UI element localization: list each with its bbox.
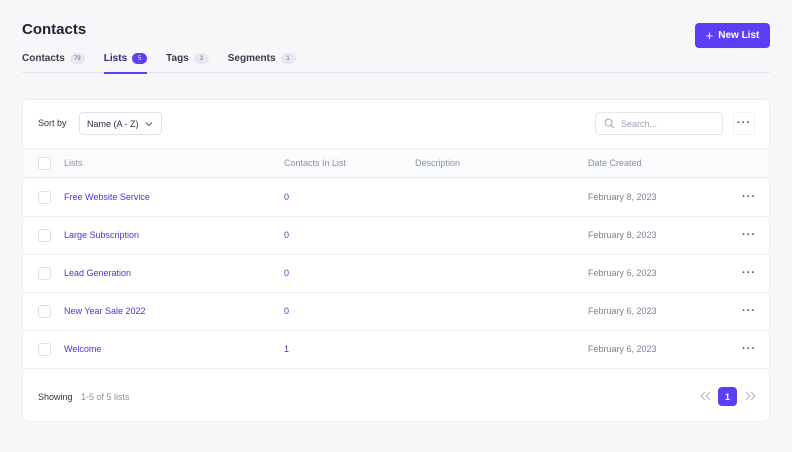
double-chevron-left-icon [699, 391, 710, 401]
contacts-count-link[interactable]: 0 [284, 268, 289, 278]
tab-segments[interactable]: Segments 1 [228, 50, 296, 73]
row-actions-button[interactable]: ··· [741, 304, 757, 318]
table-row: Free Website Service 0 February 8, 2023 … [23, 179, 769, 217]
new-list-label: New List [718, 30, 760, 41]
count-badge: 79 [69, 53, 85, 64]
table-row: Large Subscription 0 February 8, 2023 ··… [23, 217, 769, 255]
column-header-date[interactable]: Date Created [588, 158, 642, 168]
column-header-description[interactable]: Description [415, 158, 460, 168]
chevron-down-icon [145, 122, 153, 127]
lists-card: Sort by Name (A - Z) ··· Lists Contacts … [22, 99, 770, 422]
contacts-count-link[interactable]: 1 [284, 344, 289, 354]
list-name-link[interactable]: Free Website Service [64, 192, 150, 202]
date-created: February 8, 2023 [588, 230, 657, 240]
showing-range: 1-5 of 5 lists [81, 392, 130, 402]
tab-lists[interactable]: Lists 5 [103, 50, 148, 74]
row-checkbox[interactable] [38, 267, 51, 280]
tab-bar: Contacts 79 Lists 5 Tags 3 Segments 1 [22, 50, 770, 74]
date-created: February 8, 2023 [588, 192, 657, 202]
count-badge: 5 [132, 53, 148, 64]
more-options-button[interactable]: ··· [733, 112, 755, 135]
table-row: New Year Sale 2022 0 February 6, 2023 ··… [23, 293, 769, 331]
search-input[interactable] [621, 118, 716, 129]
contacts-count-link[interactable]: 0 [284, 192, 289, 202]
tab-label: Segments [227, 53, 276, 64]
row-actions-button[interactable]: ··· [741, 228, 757, 242]
row-checkbox[interactable] [38, 191, 51, 204]
next-page-button[interactable] [742, 387, 758, 405]
contacts-count-link[interactable]: 0 [284, 306, 289, 316]
list-name-link[interactable]: New Year Sale 2022 [64, 306, 146, 316]
sort-value: Name (A - Z) [87, 118, 139, 129]
select-all-checkbox[interactable] [38, 157, 51, 170]
tab-label: Tags [166, 53, 189, 64]
tab-contacts[interactable]: Contacts 79 [22, 50, 85, 73]
row-checkbox[interactable] [38, 305, 51, 318]
date-created: February 6, 2023 [588, 268, 657, 278]
new-list-button[interactable]: + New List [695, 23, 770, 48]
list-name-link[interactable]: Large Subscription [64, 230, 139, 240]
date-created: February 6, 2023 [588, 306, 657, 316]
count-badge: 3 [193, 53, 209, 64]
double-chevron-right-icon [745, 391, 756, 401]
search-icon [604, 118, 615, 129]
tab-label: Lists [103, 53, 128, 64]
row-actions-button[interactable]: ··· [741, 190, 757, 204]
showing-label: Showing [38, 392, 73, 402]
more-icon: ··· [742, 190, 756, 203]
row-checkbox[interactable] [38, 229, 51, 242]
row-actions-button[interactable]: ··· [741, 266, 757, 280]
count-badge: 1 [280, 53, 296, 64]
previous-page-button[interactable] [697, 387, 713, 405]
plus-icon: + [705, 27, 714, 43]
row-checkbox[interactable] [38, 343, 51, 356]
table-row: Welcome 1 February 6, 2023 ··· [23, 331, 769, 369]
search-box [595, 112, 723, 135]
list-name-link[interactable]: Lead Generation [64, 268, 131, 278]
sort-select[interactable]: Name (A - Z) [79, 112, 162, 135]
more-icon: ··· [742, 266, 756, 279]
row-actions-button[interactable]: ··· [741, 342, 757, 356]
sort-label: Sort by [38, 118, 67, 128]
page-button-current[interactable]: 1 [718, 387, 737, 406]
more-icon: ··· [742, 228, 756, 241]
more-icon: ··· [737, 117, 751, 129]
column-header-contacts[interactable]: Contacts In List [284, 158, 346, 168]
contacts-count-link[interactable]: 0 [284, 230, 289, 240]
column-header-lists[interactable]: Lists [64, 158, 83, 168]
tab-tags[interactable]: Tags 3 [166, 50, 209, 73]
more-icon: ··· [742, 342, 756, 355]
tab-label: Contacts [22, 53, 65, 64]
list-name-link[interactable]: Welcome [64, 344, 101, 354]
page-title: Contacts [22, 21, 87, 38]
table-header: Lists Contacts In List Description Date … [23, 148, 769, 178]
table-row: Lead Generation 0 February 6, 2023 ··· [23, 255, 769, 293]
date-created: February 6, 2023 [588, 344, 657, 354]
more-icon: ··· [742, 304, 756, 317]
